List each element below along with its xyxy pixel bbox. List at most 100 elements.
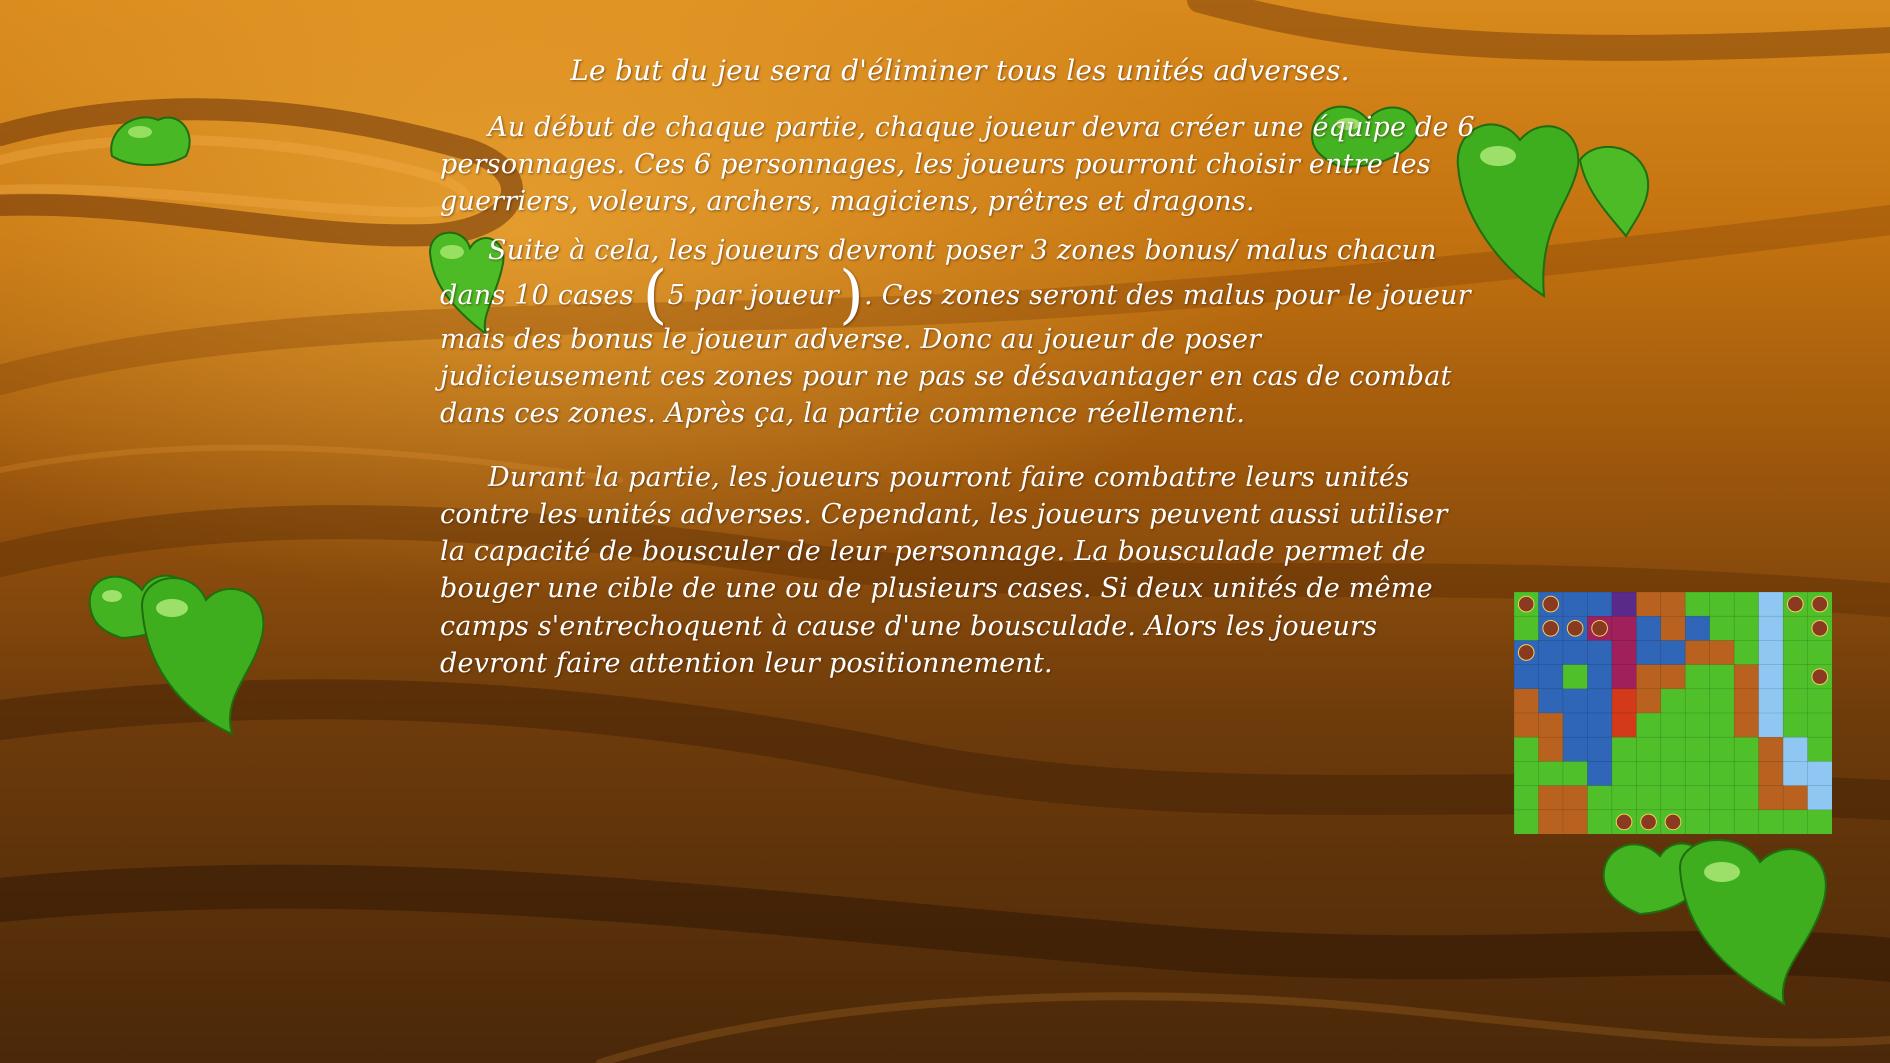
board-tile xyxy=(1733,615,1760,642)
board-tile xyxy=(1733,640,1760,666)
board-tile xyxy=(1709,592,1735,617)
board-tile xyxy=(1807,761,1832,787)
bonus-zones-paragraph: Suite à cela, les joueurs devront poser … xyxy=(440,232,1480,432)
board-tile xyxy=(1538,688,1564,714)
board-tile xyxy=(1709,688,1735,714)
board-tile xyxy=(1807,712,1832,738)
board-tile xyxy=(1709,712,1735,738)
board-tile xyxy=(1562,688,1588,714)
board-tile xyxy=(1587,712,1613,738)
board-tile xyxy=(1611,688,1637,714)
board-tile xyxy=(1660,761,1686,787)
board-tile xyxy=(1684,712,1711,738)
board-tile xyxy=(1611,640,1637,666)
board-tile xyxy=(1684,688,1711,714)
board-tile xyxy=(1684,592,1711,617)
board-tile xyxy=(1514,712,1540,738)
board-tile xyxy=(1587,664,1613,690)
board-tile xyxy=(1636,712,1662,738)
board-tile xyxy=(1660,736,1686,762)
board-tile xyxy=(1636,592,1662,617)
unit-marker xyxy=(1517,644,1535,661)
board-tile xyxy=(1514,615,1540,642)
team-creation-paragraph: Au début de chaque partie, chaque joueur… xyxy=(440,111,1475,218)
board-tile xyxy=(1562,761,1588,787)
board-tile xyxy=(1562,712,1588,738)
board-tile xyxy=(1660,664,1686,690)
board-tile xyxy=(1611,664,1637,690)
board-tile xyxy=(1562,640,1588,666)
green-leaf-icon xyxy=(110,116,191,166)
board-tile xyxy=(1782,640,1809,666)
unit-marker xyxy=(1591,619,1608,637)
board-tile xyxy=(1709,640,1735,666)
board-tile xyxy=(1733,736,1760,762)
board-tile xyxy=(1684,736,1711,762)
board-tile xyxy=(1636,785,1662,811)
board-tile xyxy=(1660,615,1686,642)
game-board-thumbnail xyxy=(1514,592,1832,834)
board-tile xyxy=(1758,712,1784,738)
board-tile xyxy=(1709,785,1735,811)
board-tile xyxy=(1611,615,1637,642)
unit-marker xyxy=(1615,813,1633,831)
unit-marker xyxy=(1664,813,1682,831)
board-tile xyxy=(1514,761,1540,787)
unit-marker xyxy=(1811,668,1829,686)
board-tile xyxy=(1733,712,1760,738)
board-tile xyxy=(1636,761,1662,787)
close-parenthesis: ) xyxy=(838,257,865,332)
board-tile xyxy=(1782,809,1809,834)
unit-marker xyxy=(1566,619,1584,637)
unit-marker xyxy=(1640,813,1657,831)
board-tile xyxy=(1758,688,1784,714)
rules-text-block: Le but du jeu sera d'éliminer tous les u… xyxy=(440,52,1480,694)
board-tile xyxy=(1733,785,1760,811)
board-tile xyxy=(1562,809,1588,834)
board-tile xyxy=(1758,736,1784,762)
board-tile xyxy=(1636,615,1662,642)
board-tile xyxy=(1636,664,1662,690)
board-tile xyxy=(1611,736,1637,762)
unit-marker xyxy=(1811,619,1829,637)
board-tile xyxy=(1587,785,1613,811)
board-tile xyxy=(1782,664,1809,690)
board-tile xyxy=(1709,761,1735,787)
board-tile xyxy=(1660,785,1686,811)
board-tile xyxy=(1684,615,1711,642)
board-tile xyxy=(1782,688,1809,714)
board-tile xyxy=(1636,736,1662,762)
board-tile xyxy=(1782,785,1809,811)
board-tile xyxy=(1758,809,1784,834)
board-tile xyxy=(1782,712,1809,738)
board-tile xyxy=(1733,761,1760,787)
board-tile xyxy=(1709,664,1735,690)
board-tile xyxy=(1807,785,1832,811)
board-tile xyxy=(1807,688,1832,714)
board-tile xyxy=(1733,664,1760,690)
board-tile xyxy=(1660,688,1686,714)
board-tile xyxy=(1758,761,1784,787)
unit-marker xyxy=(1811,595,1829,613)
board-tile xyxy=(1587,688,1613,714)
board-tile xyxy=(1562,592,1588,617)
board-tile xyxy=(1514,736,1540,762)
board-tile xyxy=(1758,785,1784,811)
board-tile xyxy=(1660,640,1686,666)
board-tile xyxy=(1807,809,1832,834)
board-tile xyxy=(1807,640,1832,666)
unit-marker xyxy=(1786,595,1804,613)
board-tile xyxy=(1538,664,1564,690)
board-tile xyxy=(1733,592,1760,617)
board-tile xyxy=(1684,785,1711,811)
green-leaf-icon xyxy=(88,574,265,736)
board-tile xyxy=(1514,809,1540,834)
board-tile xyxy=(1709,809,1735,834)
board-tile xyxy=(1684,640,1711,666)
board-tile xyxy=(1636,640,1662,666)
board-tile xyxy=(1514,664,1540,690)
board-tile xyxy=(1782,736,1809,762)
board-tile xyxy=(1611,712,1637,738)
unit-marker xyxy=(1542,595,1560,613)
board-tile xyxy=(1758,664,1784,690)
